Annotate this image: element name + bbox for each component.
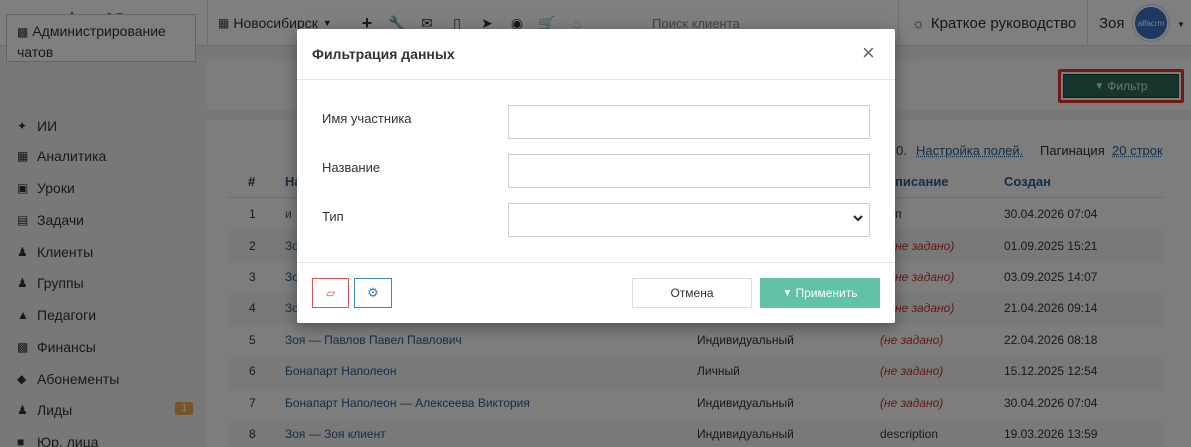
dialog-title: Фильтрация данных: [312, 46, 455, 62]
filter-icon: ▼: [782, 287, 793, 299]
chevron-down-icon: [853, 215, 863, 222]
close-icon[interactable]: ×: [862, 42, 875, 64]
participant-name-input[interactable]: [508, 105, 870, 139]
filter-settings-button[interactable]: ⚙: [354, 278, 392, 308]
filter-dialog: Фильтрация данных × Имя участника Назван…: [297, 29, 895, 323]
divider: [297, 262, 895, 263]
type-select[interactable]: [508, 203, 870, 237]
clear-filters-button[interactable]: ▱: [312, 278, 349, 308]
divider: [297, 79, 895, 80]
title-label: Название: [322, 160, 381, 175]
gear-icon: ⚙: [367, 285, 379, 300]
eraser-icon: ▱: [325, 286, 336, 300]
apply-button[interactable]: ▼ Применить: [760, 278, 880, 308]
title-input[interactable]: [508, 154, 870, 188]
cancel-button[interactable]: Отмена: [632, 278, 752, 308]
participant-name-label: Имя участника: [322, 111, 412, 126]
apply-button-label: Применить: [795, 286, 858, 300]
type-label: Тип: [322, 209, 344, 224]
